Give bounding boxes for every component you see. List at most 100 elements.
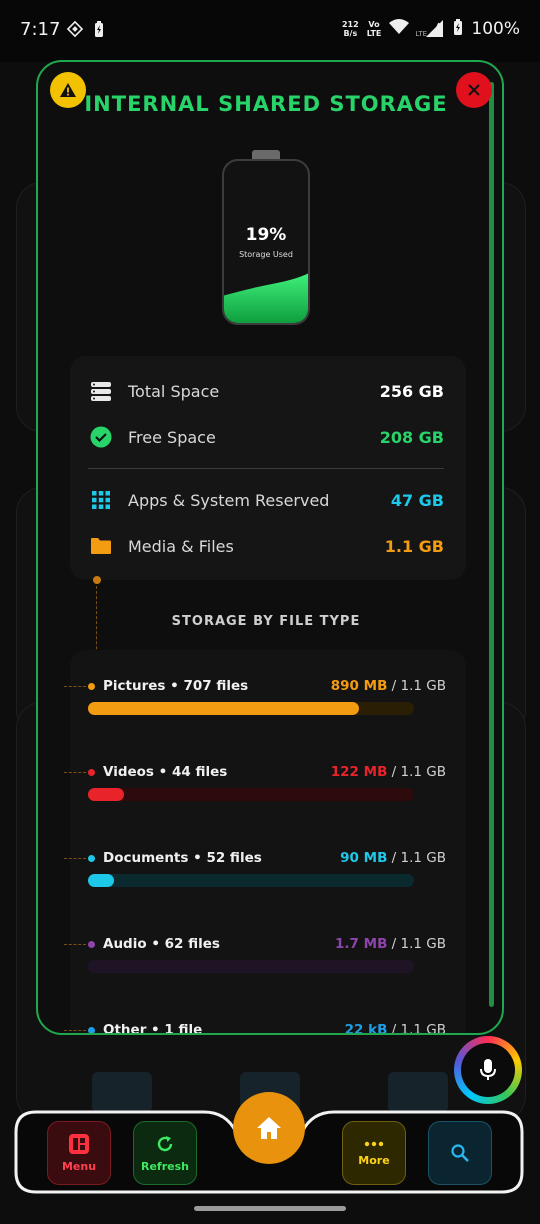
free-space-value: 208 GB xyxy=(379,427,444,447)
file-type-size: 22 kB / 1.1 GB xyxy=(344,1022,446,1035)
file-type-item[interactable]: Other • 1 file 22 kB / 1.1 GB xyxy=(64,1022,466,1035)
menu-button[interactable]: Menu xyxy=(47,1121,111,1185)
menu-grid-icon xyxy=(69,1133,89,1154)
file-type-item[interactable]: Videos • 44 files 122 MB / 1.1 GB xyxy=(64,764,466,834)
microphone-icon xyxy=(480,1059,496,1080)
file-type-size: 90 MB / 1.1 GB xyxy=(340,850,446,866)
cell-signal-icon: LTE xyxy=(415,19,445,39)
network-speed: 212 B/s xyxy=(341,20,359,38)
storage-gauge: 19% Storage Used xyxy=(220,150,312,326)
file-type-name: Other • 1 file xyxy=(103,1022,203,1035)
file-type-item[interactable]: Documents • 52 files 90 MB / 1.1 GB xyxy=(64,850,466,920)
file-type-item[interactable]: Audio • 62 files 1.7 MB / 1.1 GB xyxy=(64,936,466,1006)
timeline-dot xyxy=(93,576,101,584)
media-files-value: 1.1 GB xyxy=(384,536,444,556)
status-time: 7:17 xyxy=(20,19,61,40)
refresh-label: Refresh xyxy=(141,1159,189,1173)
file-type-used: 1.7 MB xyxy=(335,936,388,952)
file-type-used: 890 MB xyxy=(330,678,388,694)
file-type-total: / 1.1 GB xyxy=(387,936,446,952)
home-icon xyxy=(257,1117,281,1139)
gauge-liquid xyxy=(224,273,308,323)
check-circle-icon xyxy=(88,424,114,450)
volte-indicator: Vo LTE xyxy=(366,20,382,38)
menu-label: Menu xyxy=(61,1159,97,1173)
modal-title: INTERNAL SHARED STORAGE xyxy=(84,92,448,116)
home-button[interactable] xyxy=(233,1092,305,1164)
diamond-notification-icon xyxy=(66,20,84,42)
status-bar: 7:17 212 B/s Vo LTE LTE 100% xyxy=(0,0,540,62)
file-type-dot xyxy=(88,769,95,776)
apps-reserved-value: 47 GB xyxy=(390,490,444,510)
file-types-card: Pictures • 707 files 890 MB / 1.1 GB Video… xyxy=(64,650,466,1035)
modal-scrollbar[interactable] xyxy=(489,82,494,1007)
file-type-name: Audio • 62 files xyxy=(103,936,220,952)
file-type-used: 22 kB xyxy=(344,1022,388,1035)
timeline-tick xyxy=(64,944,86,945)
background-folder-icon xyxy=(92,1072,152,1112)
storage-used-percent: 19% xyxy=(245,225,287,245)
file-type-progress-fill xyxy=(88,702,359,715)
file-type-dot xyxy=(88,1027,95,1033)
more-button[interactable]: More xyxy=(342,1121,406,1185)
file-type-progress-track xyxy=(88,788,414,801)
timeline-tick xyxy=(64,1030,86,1031)
media-files-row: Media & Files 1.1 GB xyxy=(88,531,444,561)
file-type-progress-track xyxy=(88,874,414,887)
file-type-dot xyxy=(88,855,95,862)
summary-divider xyxy=(88,468,444,469)
file-type-name: Pictures • 707 files xyxy=(103,678,249,694)
gesture-bar[interactable] xyxy=(194,1206,346,1211)
apps-grid-icon xyxy=(88,487,114,513)
more-dots-icon xyxy=(364,1141,384,1146)
battery-status-icon xyxy=(453,18,463,40)
storage-modal: INTERNAL SHARED STORAGE 19% Storage Used… xyxy=(36,60,504,1035)
file-type-progress-fill xyxy=(88,874,115,887)
storage-used-label: Storage Used xyxy=(239,250,293,259)
storage-summary-card: Total Space 256 GB Free Space 208 GB App… xyxy=(70,356,466,580)
voice-search-button[interactable] xyxy=(454,1036,522,1104)
file-type-progress-track xyxy=(88,702,414,715)
file-type-total: / 1.1 GB xyxy=(387,764,446,780)
refresh-button[interactable]: Refresh xyxy=(133,1121,197,1185)
file-type-name: Videos • 44 files xyxy=(103,764,228,780)
file-type-used: 122 MB xyxy=(330,764,388,780)
free-space-row: Free Space 208 GB xyxy=(88,422,444,452)
folder-icon xyxy=(88,533,114,559)
file-type-dot xyxy=(88,683,95,690)
refresh-icon xyxy=(157,1135,173,1151)
charging-notification-icon xyxy=(94,20,104,42)
file-type-used: 90 MB xyxy=(340,850,388,866)
timeline-tick xyxy=(64,686,86,687)
file-type-section-title: STORAGE BY FILE TYPE xyxy=(171,614,361,629)
timeline-tick xyxy=(64,772,86,773)
wifi-icon xyxy=(389,19,410,39)
file-type-total: / 1.1 GB xyxy=(387,678,446,694)
search-icon xyxy=(451,1144,469,1162)
file-type-size: 122 MB / 1.1 GB xyxy=(331,764,446,780)
file-type-name: Documents • 52 files xyxy=(103,850,262,866)
file-type-total: / 1.1 GB xyxy=(387,850,446,866)
file-type-size: 1.7 MB / 1.1 GB xyxy=(335,936,446,952)
total-space-row: Total Space 256 GB xyxy=(88,376,444,406)
file-type-total: / 1.1 GB xyxy=(387,1022,446,1035)
media-files-label: Media & Files xyxy=(128,536,234,556)
more-label: More xyxy=(358,1153,390,1167)
bottom-navigation: Menu Refresh More xyxy=(14,1092,524,1194)
file-type-progress-track xyxy=(88,960,414,973)
timeline-tick xyxy=(64,858,86,859)
total-space-value: 256 GB xyxy=(379,381,444,401)
storage-list-icon xyxy=(88,378,114,404)
search-button[interactable] xyxy=(428,1121,492,1185)
file-type-item[interactable]: Pictures • 707 files 890 MB / 1.1 GB xyxy=(64,678,466,748)
apps-reserved-label: Apps & System Reserved xyxy=(128,490,330,510)
gauge-body: 19% Storage Used xyxy=(222,159,310,325)
battery-percent: 100% xyxy=(471,19,520,39)
file-type-progress-fill xyxy=(88,788,124,801)
apps-reserved-row: Apps & System Reserved 47 GB xyxy=(88,485,444,515)
total-space-label: Total Space xyxy=(128,381,220,401)
file-type-dot xyxy=(88,941,95,948)
background-folder-icon xyxy=(388,1072,448,1112)
file-type-size: 890 MB / 1.1 GB xyxy=(331,678,446,694)
free-space-label: Free Space xyxy=(128,427,216,447)
